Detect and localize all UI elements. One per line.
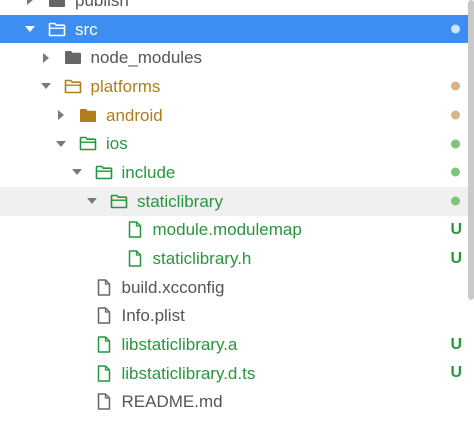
folder-open-icon bbox=[94, 163, 114, 181]
chevron-down-icon[interactable] bbox=[71, 166, 82, 178]
tree-item-node-modules[interactable]: node_modules bbox=[0, 43, 474, 72]
tree-item-module-modulemap[interactable]: module.modulemap U bbox=[0, 216, 474, 245]
chevron-down-icon[interactable] bbox=[25, 23, 35, 35]
status-dot bbox=[451, 81, 460, 91]
folder-icon bbox=[63, 49, 83, 67]
tree-item-label: publish bbox=[75, 0, 129, 10]
status-dot bbox=[451, 24, 460, 34]
tree-item-publish[interactable]: publish bbox=[0, 0, 474, 15]
file-icon bbox=[94, 364, 114, 382]
tree-item-label: libstaticlibrary.a bbox=[121, 335, 238, 355]
file-explorer-tree: publish src node_modules platforms android io… bbox=[0, 0, 474, 416]
file-icon bbox=[125, 221, 145, 239]
tree-item-label: staticlibrary.h bbox=[152, 249, 252, 269]
file-icon bbox=[94, 278, 114, 296]
file-icon bbox=[125, 250, 145, 268]
status-dot bbox=[451, 139, 460, 149]
tree-item-label: module.modulemap bbox=[152, 220, 302, 240]
tree-item-label: android bbox=[106, 105, 163, 125]
status-dot bbox=[451, 196, 460, 206]
tree-item-info-plist[interactable]: Info.plist bbox=[0, 302, 474, 331]
tree-item-label: src bbox=[75, 19, 98, 39]
folder-open-icon bbox=[109, 192, 129, 210]
tree-item-platforms[interactable]: platforms bbox=[0, 72, 474, 101]
tree-item-label: staticlibrary bbox=[137, 191, 223, 211]
tree-item-label: node_modules bbox=[90, 48, 203, 68]
tree-item-include[interactable]: include bbox=[0, 158, 474, 187]
tree-item-src[interactable]: src bbox=[0, 14, 474, 44]
tree-item-readme-md[interactable]: README.md bbox=[0, 388, 474, 417]
folder-icon bbox=[78, 106, 98, 124]
folder-icon bbox=[47, 0, 67, 9]
tree-item-libstaticlibrary-a[interactable]: libstaticlibrary.a U bbox=[0, 330, 474, 359]
chevron-down-icon[interactable] bbox=[87, 195, 97, 207]
file-icon bbox=[94, 393, 114, 411]
chevron-right-icon[interactable] bbox=[41, 52, 51, 64]
folder-open-icon bbox=[47, 20, 67, 38]
chevron-down-icon[interactable] bbox=[56, 138, 66, 150]
tree-item-staticlibrary-h[interactable]: staticlibrary.h U bbox=[0, 244, 474, 273]
untracked-badge: U bbox=[450, 249, 462, 267]
tree-item-android[interactable]: android bbox=[0, 101, 474, 130]
chevron-right-icon[interactable] bbox=[25, 0, 35, 6]
tree-item-ios[interactable]: ios bbox=[0, 129, 474, 158]
tree-item-staticlibrary[interactable]: staticlibrary bbox=[0, 186, 474, 216]
folder-open-icon bbox=[63, 77, 83, 95]
tree-item-build-xcconfig[interactable]: build.xcconfig bbox=[0, 273, 474, 302]
tree-item-label: ios bbox=[106, 134, 128, 154]
tree-item-label: README.md bbox=[121, 392, 223, 412]
chevron-down-icon[interactable] bbox=[40, 80, 51, 92]
file-icon bbox=[94, 336, 114, 354]
tree-item-libstaticlibrary-d-ts[interactable]: libstaticlibrary.d.ts U bbox=[0, 359, 474, 388]
untracked-badge: U bbox=[450, 364, 462, 382]
chevron-right-icon[interactable] bbox=[56, 109, 66, 121]
tree-item-label: Info.plist bbox=[121, 306, 185, 326]
tree-item-label: build.xcconfig bbox=[121, 277, 225, 297]
file-icon bbox=[94, 307, 114, 325]
folder-open-icon bbox=[78, 135, 98, 153]
vertical-scrollbar[interactable] bbox=[468, 0, 474, 300]
status-dot bbox=[451, 110, 460, 120]
tree-item-label: platforms bbox=[90, 76, 161, 96]
tree-item-label: include bbox=[121, 162, 176, 182]
status-dot bbox=[451, 167, 460, 177]
untracked-badge: U bbox=[450, 220, 462, 238]
untracked-badge: U bbox=[450, 335, 462, 353]
tree-item-label: libstaticlibrary.d.ts bbox=[121, 363, 256, 383]
